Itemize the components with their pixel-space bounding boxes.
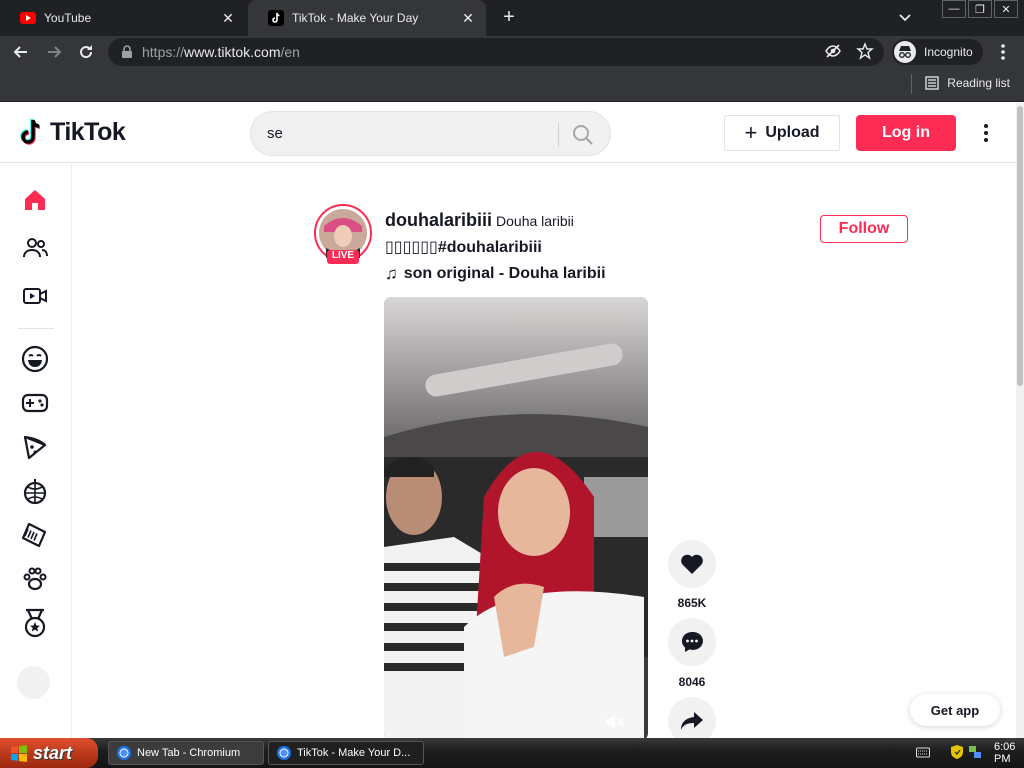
live-badge: LIVE	[331, 250, 355, 261]
post-music[interactable]: ♫ son original - Douha laribii	[385, 264, 606, 284]
forward-icon[interactable]	[43, 41, 65, 63]
bookmarks-divider	[911, 74, 913, 94]
restore-button[interactable]: ❐	[968, 0, 992, 18]
home-icon[interactable]	[17, 182, 53, 218]
reading-list-button[interactable]: Reading list	[911, 74, 1010, 94]
more-options-icon[interactable]	[978, 121, 994, 145]
like-count: 865K	[677, 596, 707, 610]
comment-count: 8046	[678, 675, 706, 689]
sidebar-placeholder	[17, 666, 50, 699]
start-button[interactable]: start	[0, 738, 98, 768]
minimize-button[interactable]: —	[942, 0, 966, 18]
tiktok-logo[interactable]: TikTok	[20, 117, 126, 147]
search-input[interactable]: se	[267, 125, 283, 142]
back-icon[interactable]	[10, 41, 32, 63]
live-video-icon[interactable]	[17, 278, 53, 314]
logo-wordmark: TikTok	[50, 117, 126, 146]
sidebar-divider	[18, 328, 54, 329]
incognito-icon	[894, 41, 916, 63]
browser-toolbar: https://www.tiktok.com/en Incognito	[0, 36, 1024, 68]
security-shield-icon[interactable]	[950, 744, 964, 763]
reload-icon[interactable]	[75, 41, 97, 63]
new-tab-button[interactable]: +	[498, 6, 520, 28]
tab-youtube[interactable]: YouTube ✕	[0, 0, 246, 36]
windows-flag-icon	[10, 744, 28, 762]
os-taskbar: start New Tab - Chromium TikTok - Make Y…	[0, 738, 1024, 768]
username[interactable]: douhalaribiii	[385, 210, 492, 230]
creator-avatar[interactable]: LIVE	[314, 204, 372, 271]
incognito-label: Incognito	[924, 45, 973, 59]
share-icon	[681, 712, 703, 730]
close-window-button[interactable]: ✕	[994, 0, 1018, 18]
bookmarks-bar: Reading list	[0, 68, 1024, 102]
video-player[interactable]	[384, 297, 648, 741]
clock[interactable]: 6:06 PM	[994, 741, 1024, 765]
window-controls: — ❐ ✕	[940, 0, 1018, 18]
video-frame	[384, 297, 648, 741]
gaming-icon[interactable]	[17, 385, 53, 421]
tab-title: YouTube	[44, 11, 92, 25]
post-author[interactable]: douhalaribiii Douha laribii	[385, 210, 574, 231]
tab-tiktok[interactable]: TikTok - Make Your Day ✕	[248, 0, 486, 36]
tiktok-note-icon	[20, 118, 41, 145]
upload-label: Upload	[765, 124, 820, 141]
scrollbar-thumb[interactable]	[1017, 106, 1023, 386]
sidebar-nav	[0, 164, 72, 738]
incognito-badge[interactable]: Incognito	[892, 39, 983, 65]
beauty-comb-icon[interactable]	[17, 517, 53, 553]
tab-title: TikTok - Make Your Day	[292, 11, 419, 25]
taskbar-item-tiktok[interactable]: TikTok - Make Your D...	[268, 741, 424, 765]
browser-tab-strip: YouTube ✕ TikTok - Make Your Day ✕ + — ❐…	[0, 0, 1024, 36]
comedy-icon[interactable]	[17, 341, 53, 377]
task-label: TikTok - Make Your D...	[297, 747, 411, 759]
food-icon[interactable]	[17, 429, 53, 465]
music-note-icon: ♫	[385, 264, 398, 283]
url-text: https://www.tiktok.com/en	[142, 44, 300, 60]
get-app-button[interactable]: Get app	[910, 694, 1000, 726]
comment-button[interactable]	[668, 618, 716, 666]
tiktok-favicon-icon	[268, 10, 284, 26]
search-bar[interactable]: se	[250, 111, 611, 156]
lock-icon[interactable]	[120, 45, 134, 59]
heart-icon	[681, 554, 703, 574]
like-button[interactable]	[668, 540, 716, 588]
post-description[interactable]: ▯▯▯▯▯▯#douhalaribiii	[385, 237, 542, 257]
keyboard-icon[interactable]	[916, 746, 930, 761]
star-icon[interactable]	[856, 42, 874, 60]
tiktok-header: TikTok se + Upload Log in	[0, 103, 1024, 163]
follow-button[interactable]: Follow	[820, 215, 908, 243]
start-label: start	[33, 742, 73, 763]
chromium-icon	[277, 746, 291, 760]
nickname: Douha laribii	[496, 213, 574, 229]
address-bar[interactable]: https://www.tiktok.com/en	[108, 38, 884, 66]
sports-medal-icon[interactable]	[17, 605, 53, 641]
dance-disco-icon[interactable]	[17, 473, 53, 509]
music-title: son original - Douha laribii	[403, 265, 606, 282]
following-icon[interactable]	[17, 230, 53, 266]
reading-list-label: Reading list	[947, 76, 1010, 90]
login-button[interactable]: Log in	[856, 115, 956, 151]
network-icon[interactable]	[968, 745, 982, 762]
close-tab-icon[interactable]: ✕	[220, 10, 236, 26]
taskbar-item-new-tab[interactable]: New Tab - Chromium	[108, 741, 264, 765]
task-label: New Tab - Chromium	[137, 747, 241, 759]
search-icon[interactable]	[571, 123, 595, 147]
reading-list-icon	[925, 76, 939, 90]
youtube-icon	[20, 10, 36, 26]
animals-paw-icon[interactable]	[17, 561, 53, 597]
eye-off-icon[interactable]	[824, 42, 842, 60]
system-tray: 6:06 PM	[916, 738, 1024, 768]
close-tab-icon[interactable]: ✕	[460, 10, 476, 26]
tab-search-chevron-icon[interactable]	[896, 8, 914, 26]
search-divider	[558, 123, 559, 147]
browser-menu-icon[interactable]	[996, 42, 1010, 62]
comment-icon	[681, 631, 703, 652]
upload-button[interactable]: + Upload	[724, 115, 840, 151]
plus-icon: +	[744, 120, 758, 145]
chromium-icon	[117, 746, 131, 760]
